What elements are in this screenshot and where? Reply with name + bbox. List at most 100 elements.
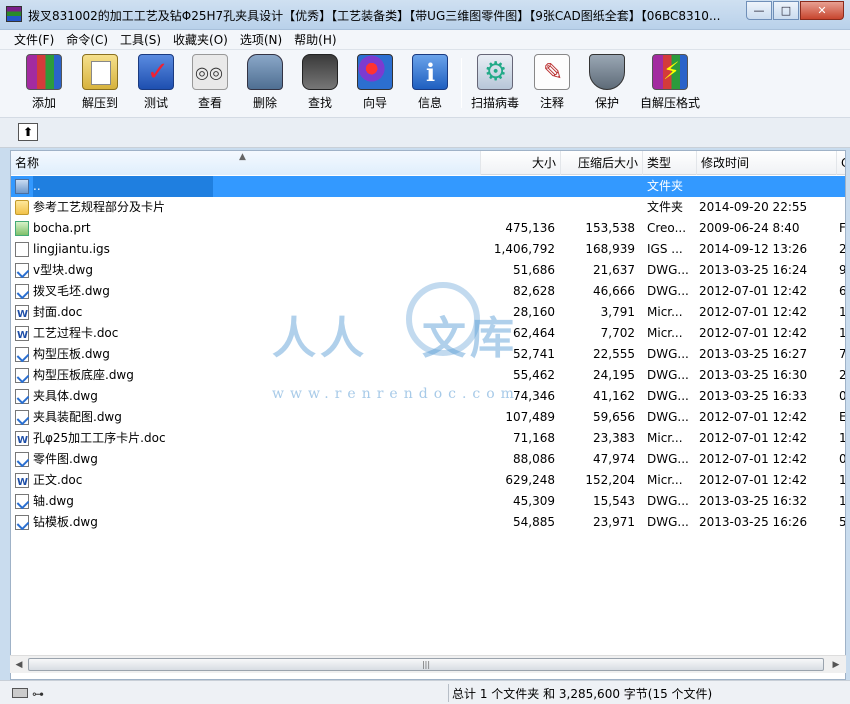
- table-row[interactable]: bocha.prt 475,136 153,538 Creo... 2009-06-24…: [11, 218, 846, 239]
- file-packed-size: 152,204: [585, 473, 635, 487]
- add-button[interactable]: 添加: [16, 54, 72, 114]
- column-header-mtime[interactable]: 修改时间: [697, 151, 837, 175]
- table-row[interactable]: 参考工艺规程部分及卡片 文件夹 2014-09-20 22:55: [11, 197, 845, 218]
- file-type: DWG...: [647, 389, 689, 403]
- menu-tools[interactable]: 工具(S): [114, 30, 167, 49]
- column-header-size[interactable]: 大小: [481, 151, 561, 175]
- file-packed-size: 46,666: [593, 284, 635, 298]
- scroll-right-button[interactable]: ▶: [828, 657, 844, 673]
- file-packed-size: 47,974: [593, 452, 635, 466]
- up-folder-button[interactable]: ⬆: [18, 123, 38, 141]
- folder-icon: [15, 200, 29, 215]
- table-row[interactable]: v型块.dwg 51,686 21,637 DWG... 2013-03-25 16:2…: [11, 260, 846, 281]
- winrar-app-icon[interactable]: [6, 6, 22, 22]
- file-modified-time: 2012-07-01 12:42: [699, 305, 808, 319]
- menu-options[interactable]: 选项(N): [234, 30, 288, 49]
- file-name: 零件图.dwg: [33, 452, 98, 466]
- file-packed-size: [561, 197, 635, 218]
- file-modified-time: 2012-07-01 12:42: [699, 284, 808, 298]
- file-name: 工艺过程卡.doc: [33, 326, 119, 340]
- file-crc: 2: [839, 368, 846, 382]
- file-name: 轴.dwg: [33, 494, 74, 508]
- file-icon-cell: [15, 242, 29, 257]
- dwg-file-icon: [15, 452, 29, 467]
- column-header-name[interactable]: 名称 ▲: [11, 151, 481, 175]
- minimize-button[interactable]: —: [746, 1, 772, 20]
- file-icon-cell: [15, 263, 29, 278]
- file-icon-cell: [15, 515, 29, 530]
- file-icon-cell: [15, 347, 29, 362]
- column-header-packed[interactable]: 压缩后大小: [561, 151, 643, 175]
- test-icon: [138, 54, 174, 90]
- file-packed-size: 23,383: [593, 431, 635, 445]
- table-row[interactable]: 轴.dwg 45,309 15,543 DWG... 2013-03-25 16:32 1: [11, 491, 845, 512]
- dwg-file-icon: [15, 494, 29, 509]
- file-type: DWG...: [647, 284, 689, 298]
- title-bar[interactable]: 拨叉831002的加工工艺及钻Φ25H7孔夹具设计【优秀】【工艺装备类】【带UG…: [0, 0, 850, 30]
- file-icon-cell: [15, 452, 29, 467]
- file-type: 文件夹: [647, 200, 684, 214]
- scroll-left-button[interactable]: ◀: [11, 657, 27, 673]
- address-bar: ⬆: [0, 118, 850, 148]
- file-size: 88,086: [513, 452, 555, 466]
- virus-scan-button[interactable]: 扫描病毒: [467, 54, 523, 114]
- file-crc: 0: [839, 452, 846, 466]
- file-modified-time: 2013-03-25 16:33: [699, 389, 808, 403]
- key-icon[interactable]: ⊶: [32, 687, 44, 701]
- file-type: IGS ...: [647, 242, 683, 256]
- file-crc: 9: [839, 263, 846, 277]
- table-row[interactable]: 零件图.dwg 88,086 47,974 DWG... 2012-07-01 12:4…: [11, 449, 846, 470]
- word-doc-icon: [15, 473, 29, 488]
- word-doc-icon: [15, 305, 29, 320]
- dwg-file-icon: [15, 284, 29, 299]
- menu-commands[interactable]: 命令(C): [60, 30, 114, 49]
- table-row[interactable]: .. 文件夹: [11, 176, 845, 197]
- word-doc-icon: [15, 431, 29, 446]
- menu-help[interactable]: 帮助(H): [288, 30, 342, 49]
- dwg-file-icon: [15, 515, 29, 530]
- scroll-thumb[interactable]: |||: [28, 658, 824, 671]
- watermark-text-left: 人人: [272, 313, 368, 364]
- file-list[interactable]: 名称 ▲ 大小 压缩后大小 类型 修改时间 C ..文件夹参考工艺规程部分及卡片…: [10, 150, 846, 680]
- file-type: Micr...: [647, 305, 683, 319]
- menu-favorites[interactable]: 收藏夹(O): [167, 30, 234, 49]
- file-packed-size: 59,656: [593, 410, 635, 424]
- wizard-button[interactable]: 向导: [347, 54, 403, 114]
- sfx-button[interactable]: 自解压格式: [635, 54, 705, 114]
- toolbar-separator: [461, 58, 462, 108]
- file-crc: F: [839, 221, 846, 235]
- extract-to-button[interactable]: 解压到: [72, 54, 128, 114]
- file-packed-size: 21,637: [593, 263, 635, 277]
- file-name: 夹具体.dwg: [33, 389, 98, 403]
- comment-button[interactable]: 注释: [524, 54, 580, 114]
- close-button[interactable]: ✕: [800, 1, 844, 20]
- info-icon: [412, 54, 448, 90]
- file-name: 拨叉毛坯.dwg: [33, 284, 110, 298]
- menu-file[interactable]: 文件(F): [8, 30, 60, 49]
- word-doc-icon: [15, 326, 29, 341]
- maximize-button[interactable]: □: [773, 1, 799, 20]
- drive-icon[interactable]: [12, 688, 28, 698]
- virus-scan-label: 扫描病毒: [470, 96, 519, 110]
- table-row[interactable]: lingjiantu.igs 1,406,792 168,939 IGS ... 201…: [11, 239, 845, 260]
- horizontal-scrollbar[interactable]: ◀ ||| ▶: [10, 655, 846, 673]
- test-button[interactable]: 测试: [128, 54, 184, 114]
- column-header-type[interactable]: 类型: [643, 151, 697, 175]
- file-size: 71,168: [513, 431, 555, 445]
- protect-button[interactable]: 保护: [579, 54, 635, 114]
- delete-button[interactable]: 删除: [237, 54, 293, 114]
- find-button[interactable]: 查找: [292, 54, 348, 114]
- window-controls: — □ ✕: [745, 1, 844, 20]
- binoculars-icon: [302, 54, 338, 90]
- table-row[interactable]: 钻模板.dwg 54,885 23,971 DWG... 2013-03-25 16:2…: [11, 512, 845, 533]
- column-header-crc[interactable]: C: [837, 151, 845, 175]
- table-row[interactable]: 孔φ25加工工序卡片.doc 71,168 23,383 Micr... 2012-07…: [11, 428, 846, 449]
- file-crc: 1: [839, 431, 846, 445]
- file-type: Creo...: [647, 221, 687, 235]
- view-button[interactable]: 查看: [182, 54, 238, 114]
- watermark-url: www.renrendoc.com: [272, 386, 520, 402]
- info-button[interactable]: 信息: [402, 54, 458, 114]
- table-row[interactable]: 正文.doc 629,248 152,204 Micr... 2012-07-01 12…: [11, 470, 845, 491]
- sfx-label: 自解压格式: [639, 96, 700, 110]
- delete-label: 删除: [252, 96, 277, 110]
